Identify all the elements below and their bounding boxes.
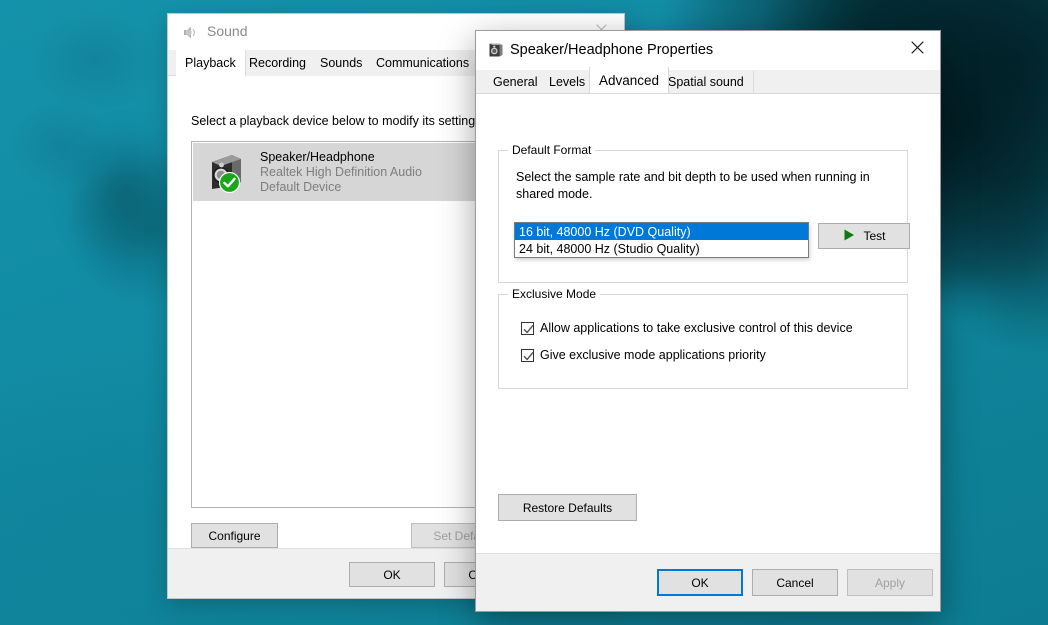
- tab-general[interactable]: General: [484, 71, 548, 93]
- checkbox-checked-icon[interactable]: [521, 348, 534, 362]
- playback-hint-text: Select a playback device below to modify…: [191, 114, 485, 128]
- tab-spatial-sound[interactable]: Spatial sound: [659, 71, 754, 93]
- exclusive-control-checkbox-row[interactable]: Allow applications to take exclusive con…: [521, 321, 853, 335]
- default-format-dropdown-list[interactable]: 16 bit, 48000 Hz (DVD Quality) 24 bit, 4…: [514, 222, 809, 258]
- advanced-tab-panel: Default Format Select the sample rate an…: [476, 94, 940, 553]
- restore-defaults-button[interactable]: Restore Defaults: [498, 494, 637, 521]
- exclusive-priority-checkbox-row[interactable]: Give exclusive mode applications priorit…: [521, 348, 766, 362]
- properties-footer: OK Cancel Apply: [476, 553, 940, 611]
- tab-sounds[interactable]: Sounds: [311, 50, 373, 76]
- dropdown-option-16bit[interactable]: 16 bit, 48000 Hz (DVD Quality): [515, 223, 808, 240]
- properties-tabstrip: General Levels Advanced Spatial sound: [476, 67, 940, 94]
- exclusive-mode-group: Exclusive Mode Allow applications to tak…: [498, 287, 908, 389]
- speaker-properties-dialog: Speaker/Headphone Properties General Lev…: [476, 31, 940, 611]
- tab-advanced[interactable]: Advanced: [589, 67, 670, 93]
- speaker-icon: [488, 42, 504, 58]
- default-format-group: Default Format Select the sample rate an…: [498, 143, 910, 283]
- checkbox-checked-icon[interactable]: [521, 321, 534, 335]
- properties-dialog-title: Speaker/Headphone Properties: [510, 42, 714, 58]
- configure-button[interactable]: Configure: [191, 523, 278, 548]
- device-text-block: Speaker/Headphone Realtek High Definitio…: [260, 150, 422, 195]
- tab-playback[interactable]: Playback: [176, 50, 246, 76]
- device-name: Speaker/Headphone: [260, 149, 375, 164]
- device-status: Default Device: [260, 179, 342, 194]
- properties-apply-button: Apply: [847, 569, 933, 596]
- exclusive-control-label: Allow applications to take exclusive con…: [540, 321, 853, 335]
- properties-ok-button[interactable]: OK: [657, 569, 743, 596]
- close-icon[interactable]: [895, 31, 940, 63]
- device-driver: Realtek High Definition Audio: [260, 164, 422, 179]
- sound-ok-button[interactable]: OK: [349, 562, 435, 587]
- tab-levels[interactable]: Levels: [540, 71, 596, 93]
- default-format-group-title: Default Format: [508, 143, 596, 157]
- tab-communications[interactable]: Communications: [367, 50, 480, 76]
- speaker-device-icon: [205, 150, 249, 194]
- test-button-label: Test: [863, 229, 886, 243]
- exclusive-mode-group-title: Exclusive Mode: [508, 287, 601, 301]
- default-format-description: Select the sample rate and bit depth to …: [516, 170, 870, 201]
- properties-titlebar[interactable]: Speaker/Headphone Properties: [476, 31, 940, 70]
- properties-cancel-button[interactable]: Cancel: [752, 569, 838, 596]
- exclusive-priority-label: Give exclusive mode applications priorit…: [540, 348, 766, 362]
- check-circle-icon: [218, 171, 241, 198]
- test-button[interactable]: Test: [818, 223, 910, 249]
- dropdown-option-24bit[interactable]: 24 bit, 48000 Hz (Studio Quality): [515, 240, 808, 257]
- tab-recording[interactable]: Recording: [240, 50, 316, 76]
- speaker-icon: [182, 24, 199, 41]
- sound-window-title: Sound: [207, 23, 248, 39]
- play-icon: [842, 228, 856, 245]
